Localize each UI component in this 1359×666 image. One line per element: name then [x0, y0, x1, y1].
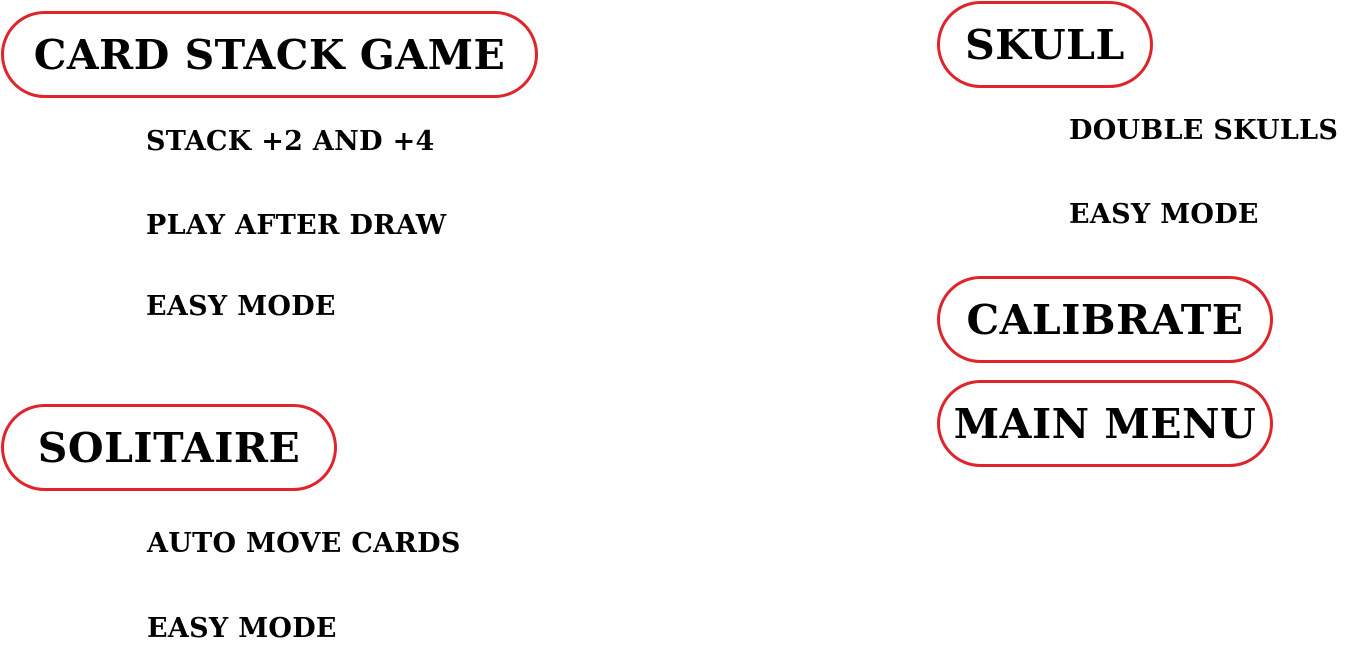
option-skull-easy-mode[interactable]: EASY MODE — [1069, 199, 1259, 230]
option-card-stack-easy-mode[interactable]: EASY MODE — [146, 291, 336, 322]
option-double-skulls[interactable]: DOUBLE SKULLS — [1069, 115, 1338, 146]
card-stack-game-title: CARD STACK GAME — [33, 30, 506, 79]
option-stack-plus2-plus4[interactable]: STACK +2 AND +4 — [146, 126, 435, 157]
solitaire-header: SOLITAIRE — [1, 404, 337, 491]
card-stack-game-header: CARD STACK GAME — [1, 11, 538, 98]
calibrate-button[interactable]: CALIBRATE — [937, 276, 1273, 363]
solitaire-title: SOLITAIRE — [37, 423, 301, 472]
main-menu-button[interactable]: MAIN MENU — [937, 380, 1273, 467]
option-auto-move-cards[interactable]: AUTO MOVE CARDS — [147, 528, 461, 559]
option-solitaire-easy-mode[interactable]: EASY MODE — [147, 613, 337, 644]
calibrate-label: CALIBRATE — [966, 295, 1244, 344]
option-play-after-draw[interactable]: PLAY AFTER DRAW — [146, 210, 446, 241]
skull-title: SKULL — [965, 20, 1125, 69]
main-menu-label: MAIN MENU — [953, 399, 1257, 448]
skull-header: SKULL — [937, 1, 1153, 88]
